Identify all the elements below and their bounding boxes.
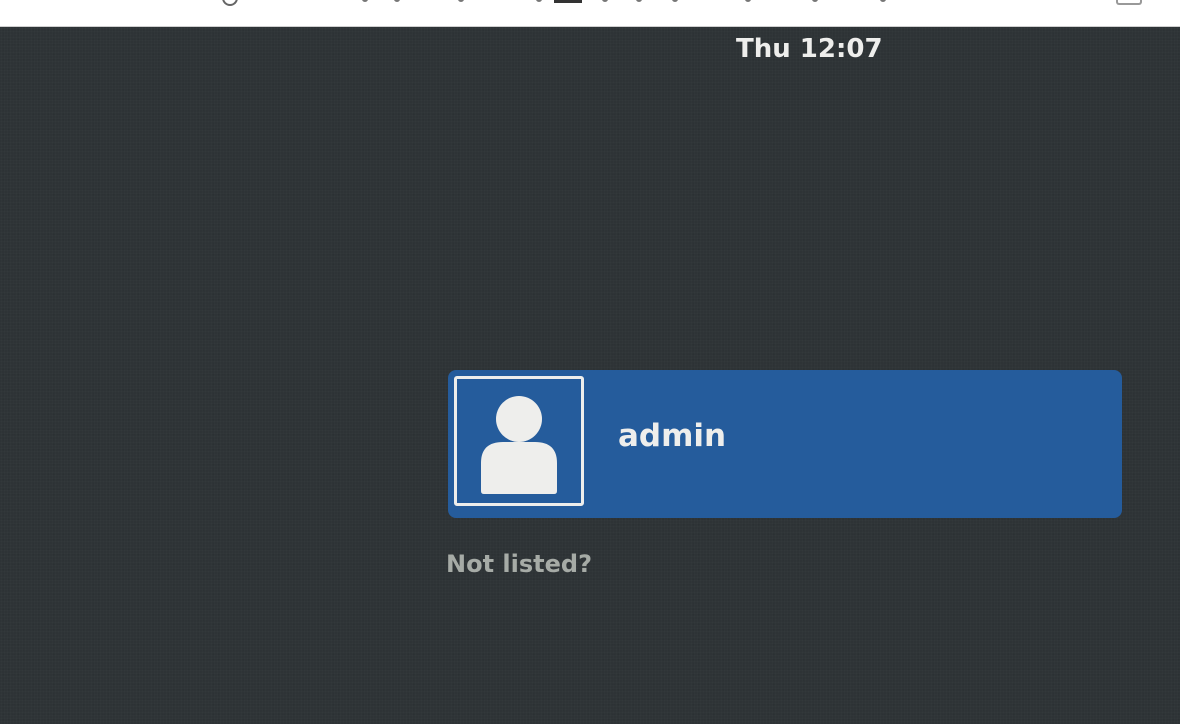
cropped-glyph-fragment xyxy=(880,0,886,2)
cropped-glyph-fragment xyxy=(362,0,368,2)
login-screen: Thu 12:07 admin Not listed? xyxy=(0,0,1180,724)
user-avatar xyxy=(454,376,584,506)
cropped-glyph-fragment xyxy=(602,0,608,2)
cropped-icon-fragment xyxy=(222,0,238,6)
cropped-window-control-icon xyxy=(1116,0,1142,5)
cropped-glyph-fragment xyxy=(672,0,678,2)
top-bar-clock[interactable]: Thu 12:07 xyxy=(736,34,883,64)
cropped-glyph-fragment xyxy=(458,0,464,2)
user-name-label: admin xyxy=(618,418,727,454)
cropped-glyph-fragment xyxy=(394,0,400,2)
cropped-glyph-fragment xyxy=(636,0,642,2)
default-user-avatar-icon xyxy=(481,396,557,494)
cropped-glyph-fragment xyxy=(812,0,818,2)
cropped-window-strip xyxy=(0,0,1180,27)
not-listed-button[interactable]: Not listed? xyxy=(446,550,592,578)
cropped-glyph-fragment xyxy=(745,0,751,2)
user-list-item-admin[interactable]: admin xyxy=(448,370,1122,518)
cropped-bar-fragment xyxy=(554,0,582,3)
cropped-glyph-fragment xyxy=(536,0,542,2)
